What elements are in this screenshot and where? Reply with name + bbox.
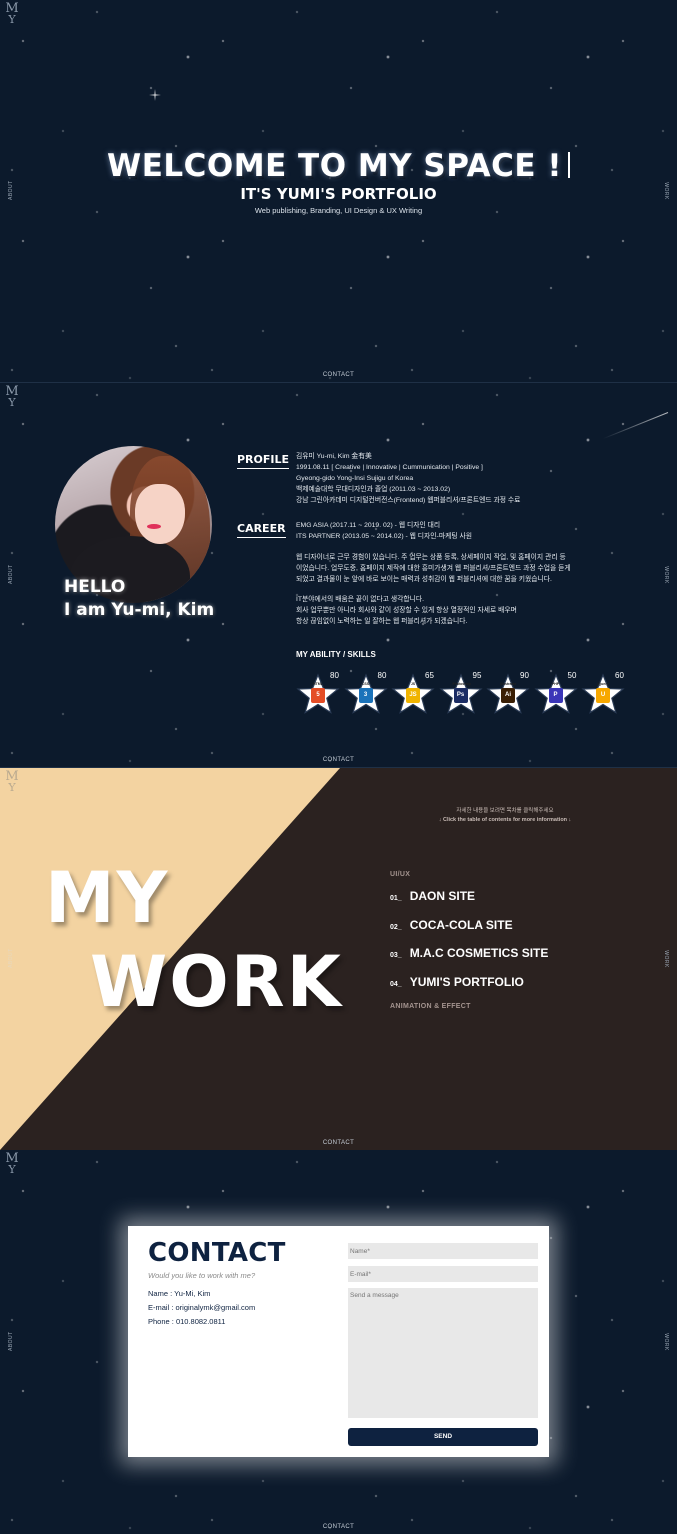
nav-about[interactable]: ABOUT: [8, 1331, 14, 1351]
my-work-title: MY WORK: [45, 856, 343, 1024]
html5-icon: 5: [311, 688, 325, 703]
nav-contact[interactable]: CONTACT: [0, 1524, 677, 1530]
skill-illustrator: 90 Illustrator Ai: [486, 671, 530, 717]
hello-line1: HELLO: [64, 577, 126, 597]
hero-section: M Y ABOUT WORK WELCOME TO MY SPACE ! IT'…: [0, 0, 677, 383]
nav-work[interactable]: WORK: [663, 566, 669, 584]
intro-paragraph-1: 웹 디자이너로 근무 경험이 있습니다. 주 업무는 상품 등록, 상세페이지 …: [296, 554, 571, 583]
css3-icon: 3: [358, 688, 373, 703]
js-icon: JS: [406, 688, 420, 703]
work-item-daon[interactable]: 01_ DAON SITE: [390, 889, 475, 903]
category-uiux: UI/UX: [390, 871, 411, 878]
send-button[interactable]: SEND: [348, 1428, 538, 1446]
hero-text: WELCOME TO MY SPACE ! IT'S YUMI'S PORTFO…: [0, 148, 677, 215]
work-item-coca-cola[interactable]: 02_ COCA-COLA SITE: [390, 918, 513, 932]
skill-js: 65 JS JS: [391, 671, 435, 717]
shooting-star: [602, 412, 669, 440]
photoshop-icon: Ps: [453, 688, 468, 703]
nav-about[interactable]: ABOUT: [8, 948, 14, 968]
profile-line: 백제예술대학 무대디자인과 졸업 (2011.03 ~ 2013.02): [296, 486, 451, 493]
skill-name: HTML: [313, 682, 323, 686]
profile-label: PROFILE: [237, 453, 290, 469]
hero-title-text: WELCOME TO MY SPACE !: [107, 148, 562, 184]
skill-percent: 50: [567, 671, 577, 680]
skill-percent: 60: [615, 671, 624, 680]
skill-jquery: 60 jQuery U: [581, 671, 625, 717]
contact-name: Name : Yu-Mi, Kim: [148, 1289, 211, 1298]
email-field[interactable]: [348, 1266, 538, 1282]
skill-html: 80 HTML 5: [296, 671, 340, 717]
work-section: M Y ABOUT WORK MY WORK 자세한 내용을 보려면 목차를 클…: [0, 768, 677, 1150]
skill-name: JS: [410, 682, 416, 686]
nav-work[interactable]: WORK: [663, 950, 669, 968]
nav-contact[interactable]: CONTACT: [0, 372, 677, 378]
contact-card: CONTACT Would you like to work with me? …: [128, 1226, 549, 1457]
message-field[interactable]: [348, 1288, 538, 1418]
logo[interactable]: M Y: [4, 1152, 20, 1176]
skill-percent: 90: [520, 671, 529, 680]
skill-php: 50 PHP P: [533, 671, 578, 717]
logo-y: Y: [8, 396, 16, 409]
profile-info: 김유미 Yu-mi, Kim 金有美 1991.08.11 [ Creative…: [296, 451, 596, 506]
nav-work[interactable]: WORK: [663, 1333, 669, 1351]
my-work-line2: WORK: [90, 941, 343, 1023]
skill-name: PHP: [551, 682, 560, 686]
hero-subtitle: IT'S YUMI'S PORTFOLIO: [240, 185, 437, 203]
contact-email: E-mail : originalymk@gmail.com: [148, 1303, 256, 1312]
category-animation[interactable]: ANIMATION & EFFECT: [390, 1003, 471, 1010]
contact-section: M Y ABOUT WORK CONTACT Would you like to…: [0, 1150, 677, 1534]
illustrator-icon: Ai: [501, 688, 515, 703]
skill-css: 80 CSS 3: [343, 671, 388, 717]
php-icon: P: [548, 688, 563, 703]
career-label: CAREER: [237, 522, 286, 538]
intro-paragraph-2: IT분야에서의 배움은 끝이 없다고 생각합니다. 회사 업무뿐만 아니라 회사…: [296, 596, 517, 625]
about-section: M Y ABOUT WORK HELLO I am Yu-mi, Kim PRO…: [0, 383, 677, 768]
profile-line: 김유미 Yu-mi, Kim 金有美: [296, 453, 372, 460]
work-item-mac[interactable]: 03_ M.A.C COSMETICS SITE: [390, 946, 548, 960]
skills-list: 80 HTML 5 80 CSS 3 65 JS JS 95 Photoshop Ps 90 Illust…: [296, 671, 646, 721]
skills-title: MY ABILITY / SKILLS: [296, 650, 376, 659]
profile-line: Gyeong-gido Yong-Insi Sujigu of Korea: [296, 475, 414, 482]
my-work-line1: MY: [45, 857, 170, 939]
career-line: ITS PARTNER (2013.05 ~ 2014.02) - 웹 디자인-…: [296, 533, 472, 540]
profile-line: 강남 그린아카데미 디지털컨버전스(Frontend) 웹퍼블리셔/프론트엔드 …: [296, 497, 521, 504]
work-hint: 자세한 내용을 보려면 목차를 클릭해주세요 ↓ Click the table…: [400, 807, 610, 825]
logo-y: Y: [8, 13, 16, 26]
nav-contact[interactable]: CONTACT: [0, 1140, 677, 1146]
skill-name: CSS: [361, 682, 370, 686]
skill-name: Illustrator: [500, 682, 517, 686]
logo[interactable]: M Y: [4, 385, 20, 409]
work-hint-ko: 자세한 내용을 보려면 목차를 클릭해주세요: [456, 808, 554, 814]
hello-text: HELLO I am Yu-mi, Kim: [64, 576, 214, 622]
contact-phone: Phone : 010.8082.0811: [148, 1317, 226, 1326]
skill-name: jQuery: [597, 682, 609, 686]
contact-title: CONTACT: [148, 1238, 286, 1268]
skill-name: Photoshop: [452, 682, 471, 686]
typing-cursor: [567, 152, 570, 178]
skill-percent: 65: [425, 671, 434, 680]
skill-percent: 80: [330, 671, 339, 680]
skill-percent: 95: [472, 671, 482, 680]
logo-y: Y: [8, 1163, 16, 1176]
work-item-portfolio[interactable]: 04_ YUMI'S PORTFOLIO: [390, 975, 524, 989]
career-info: EMG ASIA (2017.11 ~ 2019. 02) - 웹 디자인 대리…: [296, 520, 596, 542]
skill-percent: 80: [377, 671, 387, 680]
hello-line2: I am Yu-mi, Kim: [64, 600, 215, 620]
sparkle-icon: [149, 89, 161, 101]
logo[interactable]: M Y: [4, 2, 20, 26]
logo[interactable]: M Y: [4, 770, 20, 794]
jquery-icon: U: [596, 688, 610, 703]
profile-line: 1991.08.11 [ Creative | Innovative | Cum…: [296, 464, 483, 471]
logo-y: Y: [8, 781, 16, 794]
hero-tagline: Web publishing, Branding, UI Design & UX…: [254, 206, 423, 215]
name-field[interactable]: [348, 1243, 538, 1259]
nav-contact[interactable]: CONTACT: [0, 757, 677, 763]
contact-subtitle: Would you like to work with me?: [148, 1271, 256, 1280]
skill-photoshop: 95 Photoshop Ps: [438, 671, 483, 717]
work-hint-en: ↓ Click the table of contents for more i…: [438, 817, 572, 823]
nav-about[interactable]: ABOUT: [8, 564, 14, 584]
career-line: EMG ASIA (2017.11 ~ 2019. 02) - 웹 디자인 대리: [296, 522, 441, 529]
hero-title: WELCOME TO MY SPACE !: [0, 148, 677, 184]
